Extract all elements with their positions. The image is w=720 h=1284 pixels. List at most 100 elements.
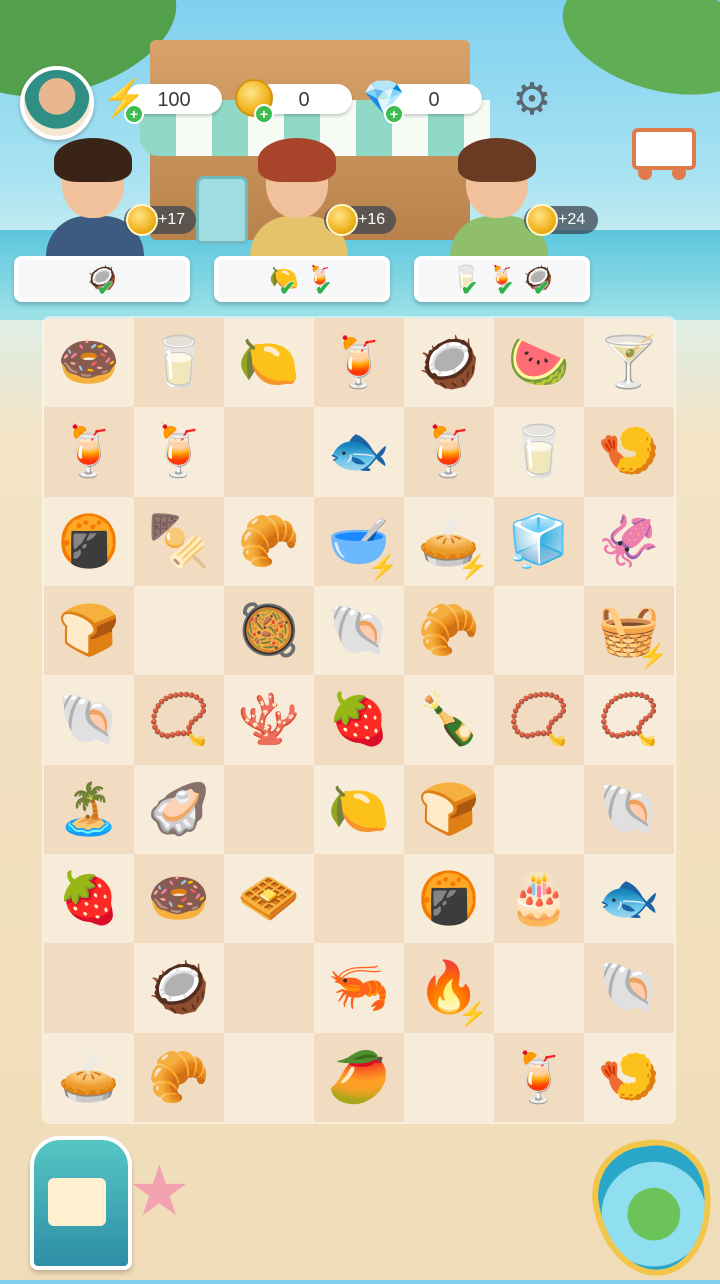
board-item[interactable]: 🍢 [134, 496, 224, 586]
board-item[interactable]: 🍩 [44, 318, 134, 407]
board-item[interactable]: 🍹 [404, 407, 494, 497]
board-item[interactable]: 🍹 [134, 407, 224, 496]
player-avatar[interactable] [20, 66, 94, 140]
board-item[interactable]: 🍤 [584, 1033, 674, 1122]
board-item[interactable]: 🪸 [224, 675, 314, 764]
board-item[interactable]: 🥥 [134, 943, 224, 1032]
item-icon: 🦪 [147, 780, 211, 837]
item-icon: 🍞 [57, 602, 121, 659]
checkmark-icon: ✔ [315, 278, 332, 300]
board-cell-empty[interactable] [224, 764, 314, 854]
item-icon: 🍩 [147, 870, 211, 927]
add-energy-button[interactable]: + [124, 104, 144, 124]
customer-3[interactable] [444, 138, 554, 258]
board-cell-empty[interactable] [494, 586, 584, 675]
order-tray-3[interactable]: 🥛 ✔ 🍹 ✔ 🥥 ✔ [414, 256, 590, 302]
board-item[interactable]: 🎂 [494, 854, 584, 944]
customer-1[interactable] [40, 138, 150, 258]
board-item[interactable]: 🥐 [404, 586, 494, 676]
order-item: 🥥 ✔ [523, 264, 553, 300]
item-icon: 🐟 [597, 870, 661, 927]
board-item[interactable]: 📿 [134, 675, 224, 765]
gear-icon[interactable]: ⚙ [510, 78, 554, 122]
item-icon: 🥐 [147, 1048, 211, 1105]
board-item[interactable]: 🥧 ⚡ [404, 497, 494, 586]
board-item[interactable]: 🦐 [314, 943, 404, 1032]
board-item[interactable]: 🍹 [494, 1032, 584, 1122]
shopping-cart-icon[interactable] [622, 120, 696, 184]
board-item[interactable]: 🐟 [314, 407, 404, 496]
board-item[interactable]: 🥐 [134, 1032, 224, 1122]
board-item[interactable]: 🦑 [584, 497, 674, 586]
board-item[interactable]: 🥣 ⚡ [314, 496, 404, 586]
board-item[interactable]: 🥛 [494, 407, 584, 496]
board-item[interactable]: 🍹 [314, 318, 404, 408]
board-item[interactable]: 🐟 [584, 854, 674, 943]
checkmark-icon: ✔ [533, 278, 550, 300]
item-icon: 🥘 [237, 602, 301, 659]
board-item[interactable]: 🐚 [314, 586, 404, 675]
board-item[interactable]: 🍸 [584, 318, 674, 407]
checkmark-icon: ✔ [461, 278, 478, 300]
board-item[interactable]: 🍓 [44, 854, 134, 943]
board-item[interactable]: 🦪 [134, 765, 224, 854]
order-tray-2[interactable]: 🍋 ✔ 🍹 ✔ [214, 256, 390, 302]
board-item[interactable]: 🔥 ⚡ [404, 943, 494, 1033]
board-cell-empty[interactable] [224, 1033, 314, 1122]
board-item[interactable]: 📿 [584, 675, 674, 764]
board-item[interactable]: 🍓 [314, 675, 404, 765]
beach-kiosk-icon[interactable] [30, 1136, 132, 1270]
add-gems-button[interactable]: + [384, 104, 404, 124]
board-item[interactable]: 🏝️ [44, 764, 134, 854]
item-icon: 🍹 [147, 423, 211, 480]
board-item[interactable]: 🍋 [224, 318, 314, 407]
board-item[interactable]: 🍘 [44, 497, 134, 586]
item-icon: 🍹 [507, 1048, 571, 1105]
board-item[interactable]: 🍤 [584, 407, 674, 497]
board-item[interactable]: 🥧 [44, 1033, 134, 1122]
item-icon: 🐚 [57, 691, 121, 748]
board-cell-empty[interactable] [224, 407, 314, 497]
board-cell-empty[interactable] [314, 854, 404, 944]
board-item[interactable]: 🥥 [404, 318, 494, 407]
board-cell-empty[interactable] [134, 586, 224, 675]
board-item[interactable]: 📿 [494, 675, 584, 765]
board-item[interactable]: 🥐 [224, 497, 314, 586]
board-item[interactable]: 🧇 [224, 854, 314, 943]
board-item[interactable]: 🧊 [494, 496, 584, 586]
item-icon: 🐚 [327, 602, 391, 659]
board-item[interactable]: 🐚 [584, 764, 674, 854]
board-item[interactable]: 🐚 [44, 675, 134, 764]
generator-bolt-icon: ⚡ [458, 553, 488, 581]
merge-board: 🍩 🥛 🍋 🍹 🥥 🍉 🍸 🍹 🍹 🐟 🍹 🥛 🍤 🍘 🍢 🥐 🥣 ⚡ 🥧 ⚡ 🧊 🦑 🍞 🥘 🐚 🥐 🧺 ⚡ 🐚 📿 🪸 🍓 🍾 📿 📿 🏝️ 🦪 🍋 🍞… [44, 318, 674, 1122]
board-item[interactable]: 🐚 [584, 943, 674, 1033]
add-coins-button[interactable]: + [254, 104, 274, 124]
board-item[interactable]: 🍞 [404, 764, 494, 854]
customer-2[interactable] [244, 138, 354, 258]
item-icon: 🍉 [507, 334, 571, 391]
board-cell-empty[interactable] [494, 765, 584, 854]
board-cell-empty[interactable] [494, 943, 584, 1032]
item-icon: 🍓 [57, 870, 121, 927]
board-cell-empty[interactable] [44, 943, 134, 1033]
board-item[interactable]: 🍉 [494, 318, 584, 408]
item-icon: 🐚 [597, 959, 661, 1016]
order-tray-1[interactable]: 🥥 ✔ [14, 256, 190, 302]
item-icon: 🦐 [327, 959, 391, 1016]
board-item[interactable]: 🥛 [134, 318, 224, 408]
board-item[interactable]: 🍋 [314, 765, 404, 854]
board-item[interactable]: 🍩 [134, 854, 224, 944]
board-item[interactable]: 🍾 [404, 675, 494, 764]
board-cell-empty[interactable] [404, 1033, 494, 1122]
island-map-icon[interactable] [585, 1132, 720, 1284]
board-item[interactable]: 🧺 ⚡ [584, 586, 674, 676]
item-icon: 🍹 [57, 423, 121, 480]
board-item[interactable]: 🍘 [404, 854, 494, 943]
board-item[interactable]: 🥭 [314, 1032, 404, 1122]
board-item[interactable]: 🍹 [44, 407, 134, 497]
board-item[interactable]: 🍞 [44, 586, 134, 676]
board-item[interactable]: 🥘 [224, 586, 314, 676]
item-icon: 🧇 [237, 870, 301, 927]
item-icon: 📿 [597, 691, 661, 748]
board-cell-empty[interactable] [224, 943, 314, 1033]
